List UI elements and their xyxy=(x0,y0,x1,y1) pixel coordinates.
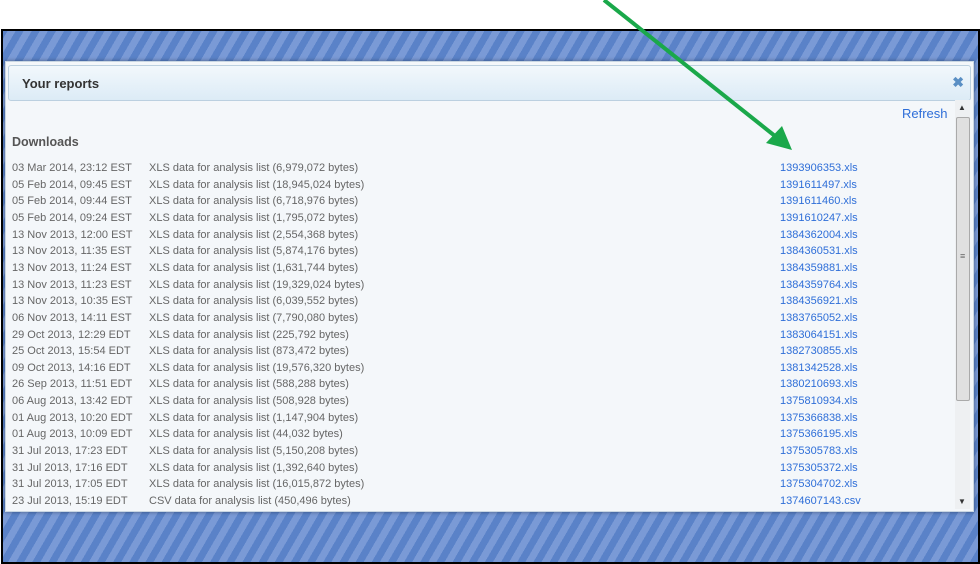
annotation-arrow-icon xyxy=(602,0,792,150)
